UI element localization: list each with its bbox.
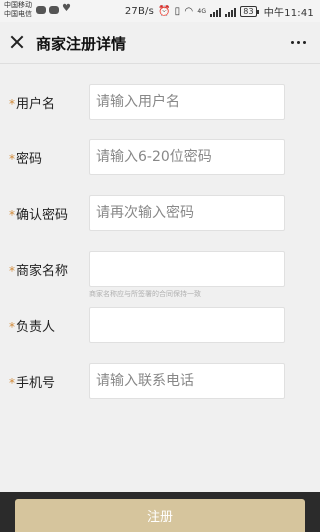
heart-icon bbox=[62, 3, 71, 14]
network-type: 4G bbox=[197, 8, 207, 15]
carrier-2: 中国电信 bbox=[4, 10, 32, 18]
bottom-bar: 注册 bbox=[0, 492, 320, 532]
notification-icons bbox=[36, 3, 71, 14]
required-mark: * bbox=[9, 320, 15, 334]
carrier-1: 中国移动 bbox=[4, 1, 32, 9]
contact-person-input[interactable] bbox=[89, 307, 285, 343]
signal-icon bbox=[210, 7, 222, 17]
required-mark: * bbox=[9, 208, 15, 222]
merchant-name-label: *商家名称 bbox=[9, 264, 69, 279]
username-input[interactable] bbox=[89, 84, 285, 120]
wechat-icon bbox=[49, 6, 59, 14]
phone-label: *手机号 bbox=[9, 376, 56, 391]
username-label: *用户名 bbox=[9, 97, 56, 112]
battery-indicator: 83 bbox=[240, 6, 259, 17]
more-icon[interactable] bbox=[291, 41, 306, 44]
screen: 中国移动 中国电信 27B/s ⏰ ▯ ◠ 4G 83 中午11:41 商家注册… bbox=[0, 0, 320, 532]
signal-icon-2 bbox=[225, 7, 237, 17]
close-icon[interactable] bbox=[10, 35, 24, 49]
wifi-icon: ◠ bbox=[184, 6, 194, 17]
contact-person-label: *负责人 bbox=[9, 320, 56, 335]
alarm-icon: ⏰ bbox=[158, 6, 171, 17]
required-mark: * bbox=[9, 152, 15, 166]
required-mark: * bbox=[9, 97, 15, 111]
password-input[interactable] bbox=[89, 139, 285, 175]
clock: 中午11:41 bbox=[263, 8, 314, 19]
password-label: *密码 bbox=[9, 152, 43, 167]
phone-input[interactable] bbox=[89, 363, 285, 399]
header: 商家注册详情 bbox=[0, 22, 320, 64]
register-button[interactable]: 注册 bbox=[15, 499, 305, 532]
merchant-name-input[interactable] bbox=[89, 251, 285, 287]
chat-bubble-icon bbox=[36, 6, 46, 14]
required-mark: * bbox=[9, 264, 15, 278]
confirm-password-label: *确认密码 bbox=[9, 208, 69, 223]
status-bar: 中国移动 中国电信 27B/s ⏰ ▯ ◠ 4G 83 中午11:41 bbox=[0, 0, 320, 22]
required-mark: * bbox=[9, 376, 15, 390]
network-speed: 27B/s bbox=[124, 6, 155, 17]
page-title: 商家注册详情 bbox=[36, 35, 127, 53]
status-right: 27B/s ⏰ ▯ ◠ 4G 83 中午11:41 bbox=[125, 4, 314, 19]
confirm-password-input[interactable] bbox=[89, 195, 285, 231]
carrier-info: 中国移动 中国电信 bbox=[4, 1, 32, 19]
vibrate-icon: ▯ bbox=[174, 6, 181, 17]
merchant-name-hint: 商家名称应与所签署的合同保持一致 bbox=[89, 290, 201, 298]
